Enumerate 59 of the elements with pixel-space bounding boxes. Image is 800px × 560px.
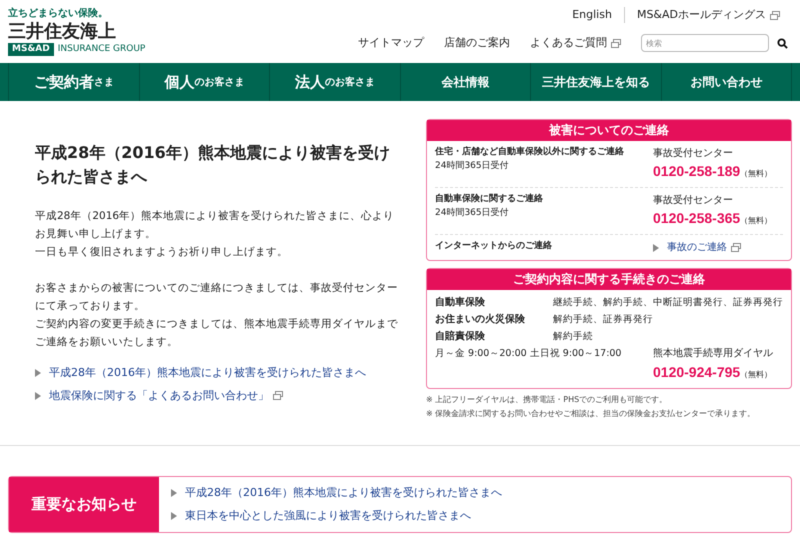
triangle-icon [653,244,659,252]
insurance-type: お住まいの火災保険 [435,312,526,327]
nav-tab[interactable]: 個人のお客さま [138,63,269,101]
contact-label: インターネットからのご連絡 [435,240,553,253]
center-name: 事故受付センター [653,146,734,161]
logo-text[interactable]: 三井住友海上 [8,21,146,43]
note-text: ※ 保険金請求に関するお問い合わせやご相談は、担当の保険金お支払センターで承ります。 [426,408,756,420]
report-link[interactable]: 事故のご連絡 [667,240,741,255]
nav-tab[interactable]: ご契約者さま [8,63,138,101]
hours-text: 月～金 9:00～20:00 土日祝 9:00～17:00 [435,347,622,361]
body-text: ご契約内容の変更手続きにつきましては、熊本地震手続専用ダイヤルまでご連絡をお願いいたします。 [35,317,398,350]
header-link[interactable]: サイトマップ [358,34,424,52]
nav-tab[interactable]: 会社情報 [400,63,530,101]
article-link[interactable]: 平成28年（2016年）熊本地震により被害を受けられた皆さまへ [49,365,366,382]
body-text: お客さまからの被害についてのご連絡につきましては、事故受付センターにて承っております。 [35,281,398,314]
insurance-type: 自賠責保険 [435,329,486,344]
search-icon[interactable] [777,38,788,48]
new-window-icon [731,243,741,252]
nav-tab[interactable]: お問い合わせ [660,63,792,101]
triangle-icon [171,489,177,498]
search-field[interactable]: 検索 [641,34,769,52]
hours-text: 24時間365日受付 [435,160,510,172]
body-text: 平成28年（2016年）熊本地震により被害を受けられた皆さまに、心よりお見舞い申し上げます。 [35,209,396,242]
phone-number: 0120-924-795 [653,363,740,382]
notice-heading: 重要なお知らせ [9,477,159,532]
tagline: 立ちどまらない保険。 [8,6,109,21]
procedure-list: 解約手続、証券再発行 [553,311,653,328]
contact-label: 自動車保険に関するご連絡 [435,193,544,206]
center-name: 事故受付センター [653,194,734,208]
notice-link[interactable]: 東日本を中心とした強風により被害を受けられた皆さまへ [185,508,471,524]
panel-title: ご契約内容に関する手続きのご連絡 [427,269,791,290]
insurance-type: 自動車保険 [435,296,486,310]
header-link[interactable]: よくあるご質問 [530,34,621,52]
triangle-icon [35,392,41,400]
note-text: ※ 上記フリーダイヤルは、携帯電話・PHSでのご利用も可能です。 [426,394,668,406]
phone-number: 0120-258-365 [653,209,740,228]
header-link[interactable]: 店舗のご案内 [444,34,510,52]
phone-number: 0120-258-189 [653,162,740,181]
top-link[interactable]: English [560,6,624,24]
free-text: （無料） [740,215,772,227]
group-badge: MS&AD [8,43,54,56]
top-link[interactable]: MS&ADホールディングス [624,6,792,24]
page-title: 平成28年（2016年）熊本地震により被害を受けられた皆さまへ [35,142,391,188]
free-text: （無料） [740,168,772,180]
body-text: 一日も早く復旧されますようお祈り申し上げます。 [35,245,289,260]
triangle-icon [171,512,177,520]
panel-title: 被害についてのご連絡 [427,120,791,141]
contact-label: 住宅・店舗など自動車保険以外に関するご連絡 [435,146,625,159]
procedure-list: 継続手続、解約手続、中断証明書発行、証券再発行 [553,294,783,311]
group-text: INSURANCE GROUP [58,43,146,56]
center-name: 熊本地震手続専用ダイヤル [653,346,773,361]
nav-tab[interactable]: 法人のお客さま [269,63,400,101]
triangle-icon [35,369,41,378]
hours-text: 24時間365日受付 [435,206,510,220]
procedure-list: 解約手続 [553,328,593,345]
article-link[interactable]: 地震保険に関する「よくあるお問い合わせ」 [49,388,283,404]
nav-tab[interactable]: 三井住友海上を知る [530,63,660,101]
free-text: （無料） [740,369,772,381]
notice-link[interactable]: 平成28年（2016年）熊本地震により被害を受けられた皆さまへ [185,485,502,502]
